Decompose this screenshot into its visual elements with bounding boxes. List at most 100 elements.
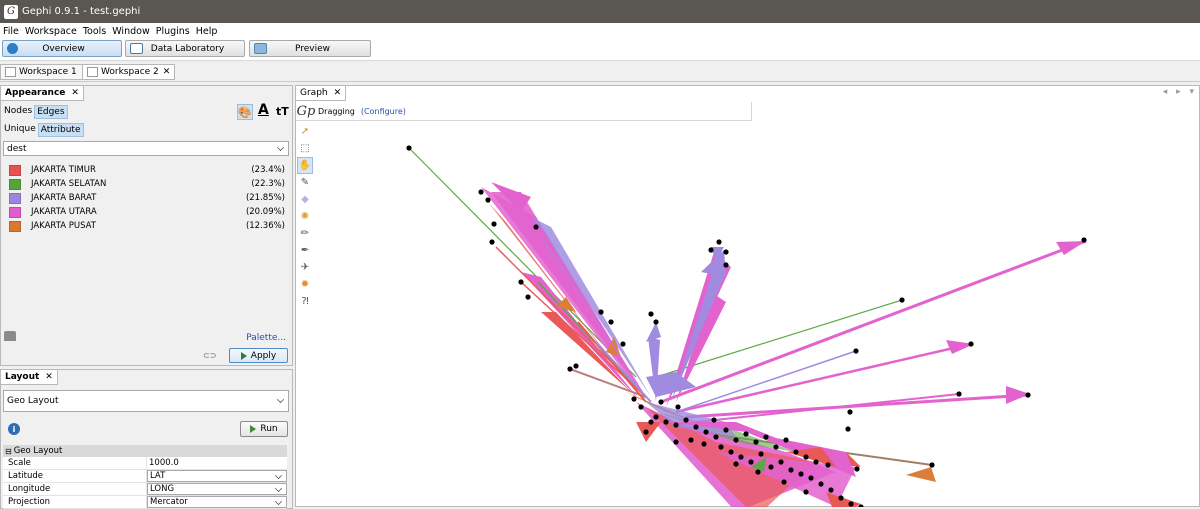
graph-node[interactable] bbox=[803, 454, 809, 460]
close-icon[interactable]: ✕ bbox=[45, 372, 53, 382]
preview-button[interactable]: Preview bbox=[249, 40, 371, 57]
graph-node[interactable] bbox=[773, 444, 779, 450]
graph-node[interactable] bbox=[673, 422, 679, 428]
graph-node[interactable] bbox=[533, 224, 539, 230]
scale-field[interactable]: 1000.0 bbox=[147, 457, 287, 469]
graph-node[interactable] bbox=[748, 459, 754, 465]
tab-unique[interactable]: Unique bbox=[2, 123, 38, 137]
configure-link[interactable]: (Configure) bbox=[361, 107, 406, 116]
palette-link[interactable]: Palette... bbox=[246, 333, 286, 343]
node-sizer-icon[interactable]: ✺ bbox=[297, 208, 313, 225]
graph-node[interactable] bbox=[783, 437, 789, 443]
menu-help[interactable]: Help bbox=[193, 26, 221, 37]
graph-node[interactable] bbox=[688, 437, 694, 443]
legend-row[interactable]: JAKARTA SELATAN (22.3%) bbox=[9, 178, 289, 190]
layout-tab[interactable]: Layout ✕ bbox=[1, 370, 58, 385]
graph-node[interactable] bbox=[718, 444, 724, 450]
rectangle-select-icon[interactable]: ⬚ bbox=[297, 140, 313, 157]
graph-node[interactable] bbox=[758, 451, 764, 457]
tab-edges[interactable]: Edges bbox=[34, 105, 68, 119]
legend-row[interactable]: JAKARTA UTARA (20.09%) bbox=[9, 206, 289, 218]
graph-node[interactable] bbox=[518, 279, 524, 285]
graph-node[interactable] bbox=[956, 391, 962, 397]
chain-icon[interactable]: ⊂⊃ bbox=[203, 351, 216, 360]
graph-node[interactable] bbox=[491, 221, 497, 227]
graph-node[interactable] bbox=[713, 434, 719, 440]
close-icon[interactable]: ✕ bbox=[71, 88, 79, 98]
graph-node[interactable] bbox=[567, 366, 573, 372]
graph-node[interactable] bbox=[525, 294, 531, 300]
graph-node[interactable] bbox=[899, 297, 905, 303]
graph-node[interactable] bbox=[845, 426, 851, 432]
menu-window[interactable]: Window bbox=[109, 26, 152, 37]
apply-button[interactable]: Apply bbox=[229, 348, 288, 363]
graph-node[interactable] bbox=[813, 459, 819, 465]
overview-button[interactable]: Overview bbox=[2, 40, 122, 57]
graph-node[interactable] bbox=[673, 439, 679, 445]
legend-row[interactable]: JAKARTA PUSAT (12.36%) bbox=[9, 220, 289, 232]
graph-node[interactable] bbox=[753, 439, 759, 445]
graph-node[interactable] bbox=[489, 239, 495, 245]
diamond-icon[interactable]: ◆ bbox=[297, 191, 313, 208]
graph-node[interactable] bbox=[658, 399, 664, 405]
graph-node[interactable] bbox=[743, 431, 749, 437]
data-laboratory-button[interactable]: Data Laboratory bbox=[125, 40, 245, 57]
menu-workspace[interactable]: Workspace bbox=[22, 26, 80, 37]
color-swatch[interactable] bbox=[9, 206, 21, 218]
edge-pencil-icon[interactable]: ✒ bbox=[297, 242, 313, 259]
graph-node[interactable] bbox=[693, 424, 699, 430]
graph-node[interactable] bbox=[929, 462, 935, 468]
graph-node[interactable] bbox=[788, 467, 794, 473]
graph-node[interactable] bbox=[768, 464, 774, 470]
attribute-select[interactable]: dest bbox=[3, 141, 289, 156]
graph-node[interactable] bbox=[778, 459, 784, 465]
graph-node[interactable] bbox=[723, 249, 729, 255]
graph-node[interactable] bbox=[838, 495, 844, 501]
graph-node[interactable] bbox=[631, 396, 637, 402]
graph-node[interactable] bbox=[818, 481, 824, 487]
menu-tools[interactable]: Tools bbox=[80, 26, 109, 37]
auto-apply-icon[interactable] bbox=[4, 331, 16, 341]
airplane-icon[interactable]: ✈ bbox=[297, 259, 313, 276]
graph-node[interactable] bbox=[663, 419, 669, 425]
graph-node[interactable] bbox=[723, 427, 729, 433]
legend-row[interactable]: JAKARTA BARAT (21.85%) bbox=[9, 192, 289, 204]
graph-node[interactable] bbox=[755, 469, 761, 475]
graph-node[interactable] bbox=[703, 429, 709, 435]
select-arrow-icon[interactable]: ➚ bbox=[297, 123, 313, 140]
graph-node[interactable] bbox=[803, 489, 809, 495]
close-icon[interactable]: ✕ bbox=[334, 88, 342, 98]
graph-node[interactable] bbox=[968, 341, 974, 347]
legend-row[interactable]: JAKARTA TIMUR (23.4%) bbox=[9, 164, 289, 176]
graph-node[interactable] bbox=[847, 409, 853, 415]
graph-node[interactable] bbox=[701, 441, 707, 447]
graph-node[interactable] bbox=[1025, 392, 1031, 398]
label-color-icon[interactable]: A bbox=[258, 102, 269, 118]
graph-node[interactable] bbox=[608, 319, 614, 325]
graph-node[interactable] bbox=[573, 363, 579, 369]
color-swatch[interactable] bbox=[9, 192, 21, 204]
graph-node[interactable] bbox=[763, 434, 769, 440]
graph-tab[interactable]: Graph ✕ bbox=[296, 86, 347, 101]
close-icon[interactable]: ✕ bbox=[163, 67, 171, 77]
graph-node[interactable] bbox=[854, 466, 860, 472]
graph-node[interactable] bbox=[728, 449, 734, 455]
graph-node[interactable] bbox=[653, 414, 659, 420]
graph-node[interactable] bbox=[828, 487, 834, 493]
drag-hand-icon[interactable]: ✋ bbox=[297, 157, 313, 174]
palette-color-icon[interactable]: 🎨 bbox=[237, 104, 253, 120]
graph-node[interactable] bbox=[598, 309, 604, 315]
graph-node[interactable] bbox=[620, 341, 626, 347]
graph-node[interactable] bbox=[648, 419, 654, 425]
color-swatch[interactable] bbox=[9, 164, 21, 176]
menu-plugins[interactable]: Plugins bbox=[153, 26, 193, 37]
collapse-icon[interactable]: ⊟ bbox=[5, 447, 12, 456]
info-icon[interactable]: i bbox=[8, 423, 20, 435]
label-size-icon[interactable]: tT bbox=[276, 105, 289, 118]
graph-canvas[interactable] bbox=[316, 122, 1200, 507]
graph-node[interactable] bbox=[733, 461, 739, 467]
painter-icon[interactable]: ✎ bbox=[297, 174, 313, 191]
graph-node[interactable] bbox=[638, 404, 644, 410]
menu-file[interactable]: File bbox=[0, 26, 22, 37]
heat-icon[interactable]: ✹ bbox=[297, 276, 313, 293]
